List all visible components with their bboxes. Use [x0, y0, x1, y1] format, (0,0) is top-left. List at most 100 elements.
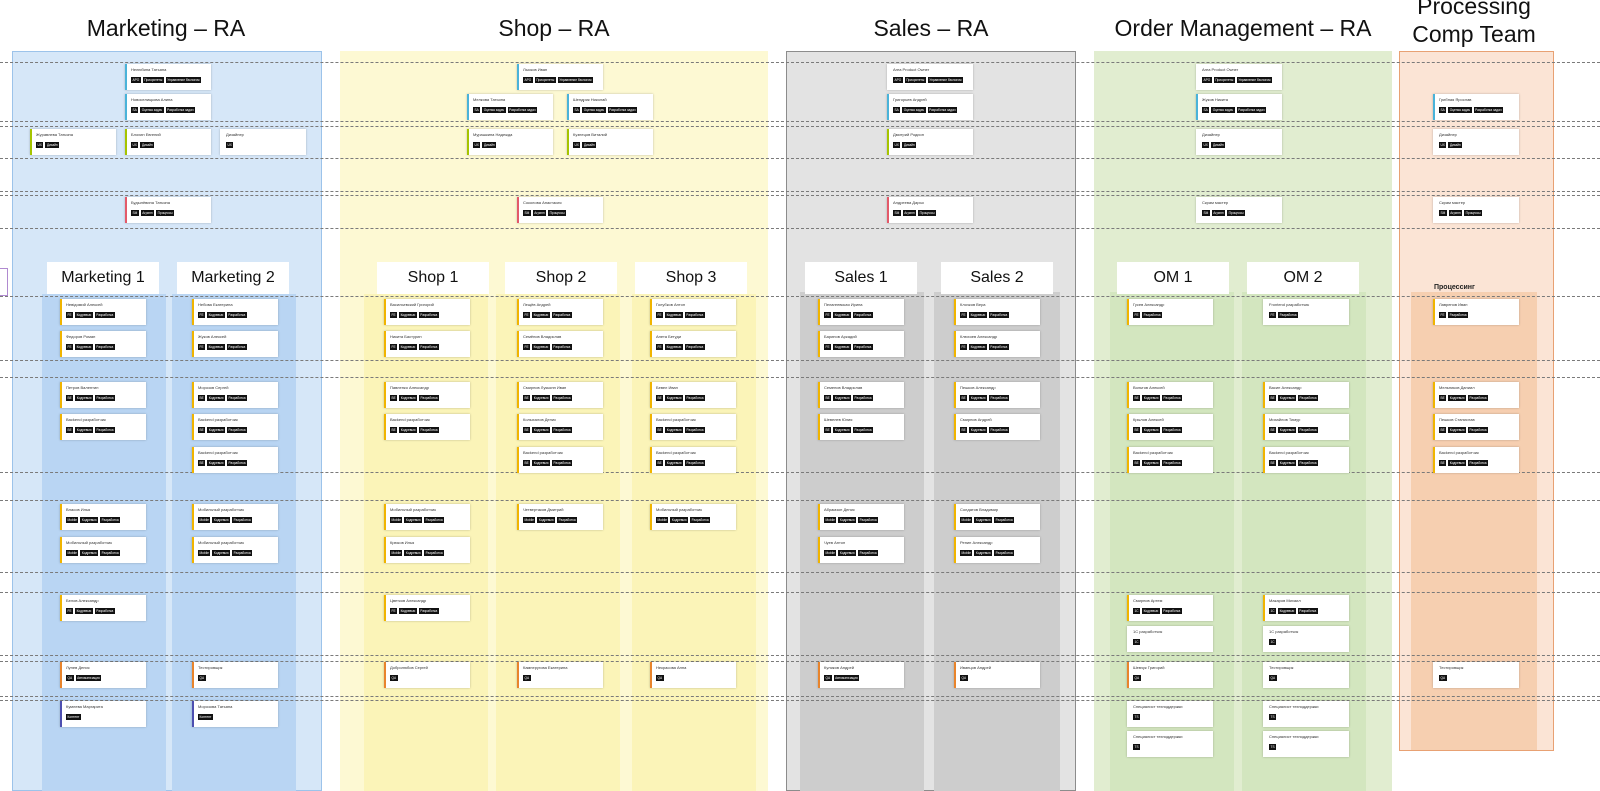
person-card[interactable]: Семенов Владислав BE Кодревью Разработка — [818, 382, 904, 408]
person-card[interactable]: Специалист техподдержки TS — [1263, 731, 1349, 757]
person-card[interactable]: Цветков Александр FE Кодревью Разработка — [384, 595, 470, 621]
person-card[interactable]: Федоров Роман FE Кодревью Разработка — [60, 331, 146, 357]
person-card[interactable]: Лунев Денис QA Автоматизация — [60, 662, 146, 688]
person-card[interactable]: Area Product Owner APO Приоритеты Управлени… — [887, 64, 973, 90]
person-card[interactable]: Васильевский Григорий FE Кодревью Разработк… — [384, 299, 470, 325]
person-card[interactable]: Frontend разработчик FE Разработка — [1263, 299, 1349, 325]
person-card[interactable]: Специалист техподдержки TS — [1127, 731, 1213, 757]
person-card[interactable]: Белов Александр FE Кодревью Разработка — [60, 595, 146, 621]
person-card[interactable]: Власов Илья Mobile Кодревью Разработка — [60, 504, 146, 530]
person-card[interactable]: Макаров Михаил 1C Кодревью Разработка — [1263, 595, 1349, 621]
person-card[interactable]: Лавренов Иван FE Разработка — [1433, 299, 1519, 325]
person-card[interactable]: Мобильный разработчик Mobile Кодревью Разра… — [60, 537, 146, 563]
person-card[interactable]: Петров Валентин BE Кодревью Разработка — [60, 382, 146, 408]
person-card[interactable]: Кумлева Маргарита Контент — [60, 701, 146, 727]
person-card[interactable]: Смирнов Андрей BE Кодревью Разработка — [954, 414, 1040, 440]
person-card[interactable]: Смирнов Лукьяпп Иван BE Кодревью Разработка — [517, 382, 603, 408]
person-card[interactable]: Небова Екатерина FE Кодревью Разработка — [192, 299, 278, 325]
person-card[interactable]: Backend разработчик BE Кодревью Разработка — [192, 447, 278, 473]
person-card[interactable]: Дизайнер UX Дизайн — [1433, 129, 1519, 155]
person-card[interactable]: Чуев Антон Mobile Кодревью Разработка — [818, 537, 904, 563]
person-card[interactable]: Морозова Татьяна Контент — [192, 701, 278, 727]
person-card[interactable]: Кузнецов Виталий UX Дизайн — [567, 129, 653, 155]
person-card[interactable]: Клочков Вера FE Кодревью Разработка — [954, 299, 1040, 325]
person-card[interactable]: Григорьев Андрей SA Оценка задач Разработка… — [887, 94, 973, 120]
person-card[interactable]: Журавлева Татьяна UX Дизайн — [30, 129, 116, 155]
person-card[interactable]: Блохин Евгений UX Дизайн — [125, 129, 211, 155]
person-card[interactable]: Backend разработчик BE Кодревью Разработка — [1433, 447, 1519, 473]
person-card[interactable]: Лысков Иван APO Приоритеты Управление бэкло… — [517, 64, 603, 90]
person-card[interactable]: Клюхоев Александр FE Кодревью Разработка — [954, 331, 1040, 357]
person-card[interactable]: Шевелев Юлия BE Кодревью Разработка — [818, 414, 904, 440]
person-card[interactable]: Тестировщик QA — [1433, 662, 1519, 688]
person-card[interactable]: Никита Бастурин FE Кодревью Разработка — [384, 331, 470, 357]
person-card[interactable]: Backend разработчик BE Кодревью Разработка — [650, 447, 736, 473]
person-card[interactable]: Крылов Алексей BE Кодревью Разработка — [1127, 414, 1213, 440]
person-card[interactable]: Пешков Александр BE Кодревью Разработка — [954, 382, 1040, 408]
person-card[interactable]: Колыхалов Денис BE Кодревью Разработка — [517, 414, 603, 440]
person-card[interactable]: Backend разработчик BE Кодревью Разработка — [1263, 447, 1349, 473]
person-card[interactable]: Семёнов Владислав FE Кодревью Разработка — [517, 331, 603, 357]
person-card[interactable]: Мобильный разработчик Mobile Кодревью Разра… — [384, 504, 470, 530]
person-card[interactable]: Михайлов Тимур BE Кодревью Разработка — [1263, 414, 1349, 440]
person-card[interactable]: Дизайнер UX Дизайн — [1196, 129, 1282, 155]
person-card[interactable]: Гусев Александр FE Разработка — [1127, 299, 1213, 325]
person-card[interactable]: 1С разработчик 1C — [1263, 626, 1349, 652]
person-card[interactable]: Морозов Сергей BE Кодревью Разработка — [192, 382, 278, 408]
person-card[interactable]: Голубков Антон FE Кодревью Разработка — [650, 299, 736, 325]
person-card[interactable]: Тестировщик QA — [1263, 662, 1349, 688]
person-card[interactable]: Грибная Ярослав SA Оценка задач Разработка … — [1433, 94, 1519, 120]
person-card[interactable]: Специалист техподдержки TS — [1127, 701, 1213, 727]
person-card[interactable]: Шендрик Николай SA Оценка задач Разработка … — [567, 94, 653, 120]
person-card[interactable]: Жуков Никита SA Оценка задач Разработка зад… — [1196, 94, 1282, 120]
person-card[interactable]: Вольтов Алексей BE Кодревью Разработка — [1127, 382, 1213, 408]
person-card[interactable]: Мелкова Татьяна SA Оценка задач Разработка … — [467, 94, 553, 120]
person-card[interactable]: Пелагеевская Ирина FE Кодревью Разработка — [818, 299, 904, 325]
person-card[interactable]: Васин Александр BE Кодревью Разработка — [1263, 382, 1349, 408]
person-card[interactable]: Тестировщик QA — [192, 662, 278, 688]
person-card[interactable]: Жуков Алексей FE Кодревью Разработка — [192, 331, 278, 357]
person-card[interactable]: Шевчук Григорий QA — [1127, 662, 1213, 688]
person-card[interactable]: Соколова Анастасия SM Агрипн Процессы — [517, 197, 603, 223]
person-card[interactable]: Мобильный разработчик Mobile Кодревью Разра… — [650, 504, 736, 530]
person-card[interactable]: Backend разработчик BE Кодревью Разработка — [1127, 447, 1213, 473]
person-card[interactable]: Специалист техподдержки TS — [1263, 701, 1349, 727]
person-card[interactable]: Дмитрий Родион UX Дизайн — [887, 129, 973, 155]
person-card[interactable]: Backend разработчик BE Кодревью Разработка — [192, 414, 278, 440]
person-card[interactable]: Лещёв Андрей FE Кодревью Разработка — [517, 299, 603, 325]
person-card[interactable]: Скрам мастер SM Агрипн Процессы — [1433, 197, 1519, 223]
person-card[interactable]: Новоселицкова Алина SA Оценка задач Разрабо… — [125, 94, 211, 120]
person-card[interactable]: Анета Бетуди FE Кодревью Разработка — [650, 331, 736, 357]
person-card[interactable]: Некрасова Анна QA — [650, 662, 736, 688]
person-card[interactable]: Абрамзон Денис Mobile Кодревью Разработка — [818, 504, 904, 530]
person-card[interactable]: Мобильный разработчик Mobile Кодревью Разра… — [192, 537, 278, 563]
person-card[interactable]: Скрам мастер SM Агрипн Процессы — [1196, 197, 1282, 223]
person-card[interactable]: Павленко Александр BE Кодревью Разработка — [384, 382, 470, 408]
person-card[interactable]: Backend разработчик BE Кодревью Разработка — [384, 414, 470, 440]
person-card[interactable]: Камнеругова Екатерина QA — [517, 662, 603, 688]
person-card[interactable]: Солдатов Владимир Mobile Кодревью Разработк… — [954, 504, 1040, 530]
person-card[interactable]: Добролюбов Сергей QA — [384, 662, 470, 688]
person-card[interactable]: Куликов Андрей QA Автоматизация — [818, 662, 904, 688]
person-card[interactable]: Четвертаков Дмитрий Mobile Кодревью Разрабо… — [517, 504, 603, 530]
person-card[interactable]: Нелюбина Татьяна APO Приоритеты Управление … — [125, 64, 211, 90]
person-card[interactable]: Андреева Дарья SM Агрипн Процессы — [887, 197, 973, 223]
person-card[interactable]: Area Product Owner APO Приоритеты Управлени… — [1196, 64, 1282, 90]
person-card[interactable]: Баринов Аркадий FE Кодревью Разработка — [818, 331, 904, 357]
person-card[interactable]: Репин Александр Mobile Кодревью Разработка — [954, 537, 1040, 563]
person-card[interactable]: Дизайнер UX — [220, 129, 306, 155]
person-card[interactable]: Backend разработчик BE Кодревью Разработка — [517, 447, 603, 473]
person-card[interactable]: 1С разработчик 1C — [1127, 626, 1213, 652]
person-card[interactable]: Крюков Илья Mobile Кодревью Разработка — [384, 537, 470, 563]
person-card[interactable]: Смирнов Артем 1C Кодревью Разработка — [1127, 595, 1213, 621]
person-card[interactable]: Мельников Даниил BE Кодревью Разработка — [1433, 382, 1519, 408]
person-card[interactable]: Пешков Станислав BE Кодревью Разработка — [1433, 414, 1519, 440]
person-card[interactable]: Backend разработчик BE Кодревью Разработка — [60, 414, 146, 440]
person-card[interactable]: Бевел Иван BE Кодревью Разработка — [650, 382, 736, 408]
person-card[interactable]: Мобильный разработчик Mobile Кодревью Разра… — [192, 504, 278, 530]
person-card[interactable]: Backend разработчик BE Кодревью Разработка — [650, 414, 736, 440]
person-card[interactable]: Мурашкина Надежда UX Дизайн — [467, 129, 553, 155]
person-card[interactable]: Иванцов Андрей QA — [954, 662, 1040, 688]
person-card[interactable]: Будылёвина Татьяна SM Агрипн Процессы — [125, 197, 211, 223]
person-card[interactable]: Невідомий Алексей FE Кодревью Разработка — [60, 299, 146, 325]
